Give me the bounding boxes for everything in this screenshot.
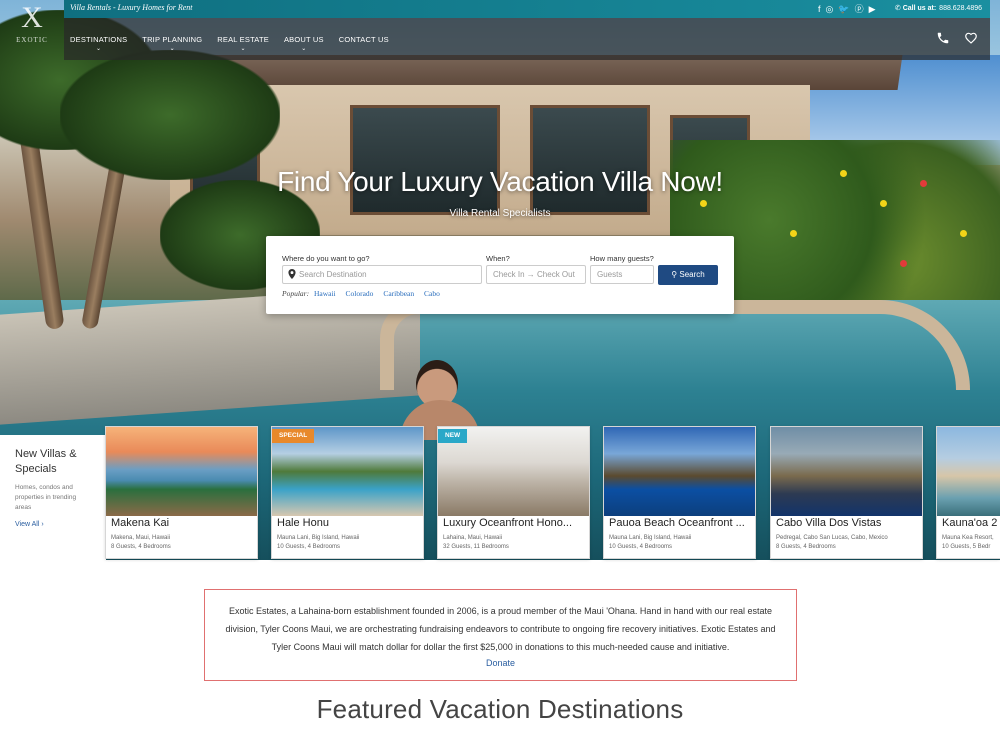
instagram-icon[interactable]: ◎ bbox=[826, 2, 834, 16]
search-button[interactable]: ⚲ Search bbox=[658, 265, 718, 285]
when-label: When? bbox=[486, 254, 510, 263]
new-villas-description: Homes, condos and properties in trending… bbox=[15, 484, 77, 511]
nav-label: ABOUT US bbox=[283, 35, 324, 44]
call-us[interactable]: ✆ Call us at: 888.628.4896 bbox=[895, 4, 982, 12]
chevron-down-icon: ⌄ bbox=[301, 46, 307, 52]
dates-input[interactable]: Check In → Check Out bbox=[486, 265, 586, 284]
site-tagline: Villa Rentals - Luxury Homes for Rent bbox=[70, 3, 193, 12]
nav-label: DESTINATIONS bbox=[70, 35, 128, 44]
villa-card[interactable]: Makena Kai Makena, Maui, Hawaii 8 Guests… bbox=[105, 426, 258, 559]
villa-location: Mauna Kea Resort, bbox=[942, 535, 994, 541]
popular-link-cabo[interactable]: Cabo bbox=[424, 289, 440, 298]
villa-card[interactable]: NEW Luxury Oceanfront Hono... Lahaina, M… bbox=[437, 426, 590, 559]
where-label: Where do you want to go? bbox=[282, 254, 370, 263]
hero-person bbox=[400, 360, 480, 440]
top-bar: Villa Rentals - Luxury Homes for Rent f … bbox=[64, 0, 990, 18]
phone-number: 888.628.4896 bbox=[939, 5, 982, 12]
search-panel: Where do you want to go? Search Destinat… bbox=[266, 236, 734, 314]
hero-headline: Find Your Luxury Vacation Villa Now! bbox=[277, 166, 723, 197]
villa-details: 32 Guests, 11 Bedrooms bbox=[443, 544, 509, 550]
nav-label: TRIP PLANNING bbox=[142, 35, 203, 44]
donate-link[interactable]: Donate bbox=[205, 658, 796, 668]
destination-input[interactable]: Search Destination bbox=[282, 265, 482, 284]
villa-location: Mauna Lani, Big Island, Hawaii bbox=[609, 535, 692, 541]
logo[interactable]: X EXOTIC bbox=[4, 0, 60, 60]
facebook-icon[interactable]: f bbox=[818, 2, 821, 16]
villa-location: Mauna Lani, Big Island, Hawaii bbox=[277, 535, 360, 541]
fire-relief-notice: Exotic Estates, a Lahaina-born establish… bbox=[204, 589, 797, 681]
villa-photo bbox=[937, 427, 1000, 516]
new-villas-panel: New Villas & Specials Homes, condos and … bbox=[0, 435, 106, 560]
twitter-icon[interactable]: 🐦 bbox=[838, 2, 849, 16]
villa-card[interactable]: Pauoa Beach Oceanfront ... Mauna Lani, B… bbox=[603, 426, 756, 559]
pinterest-icon[interactable]: ⓟ bbox=[855, 2, 864, 16]
phone-small-icon: ✆ bbox=[894, 5, 901, 12]
search-icon: ⚲ bbox=[671, 270, 678, 279]
nav-label: REAL ESTATE bbox=[217, 35, 269, 44]
villa-location: Lahaina, Maui, Hawaii bbox=[443, 535, 503, 541]
view-all-link[interactable]: View All › bbox=[15, 521, 44, 528]
featured-destinations-heading: Featured Vacation Destinations bbox=[316, 694, 684, 724]
popular-link-caribbean[interactable]: Caribbean bbox=[383, 289, 414, 298]
social-links: f ◎ 🐦 ⓟ ▶ bbox=[818, 2, 876, 16]
popular-link-hawaii[interactable]: Hawaii bbox=[314, 289, 336, 298]
nav-contact-us[interactable]: CONTACT US bbox=[339, 35, 389, 53]
hero-subhead: Villa Rental Specialists bbox=[449, 208, 551, 219]
villa-details: 10 Guests, 4 Bedrooms bbox=[609, 544, 673, 550]
villa-photo bbox=[771, 427, 922, 516]
nav-real-estate[interactable]: REAL ESTATE ⌄ bbox=[217, 35, 269, 53]
guests-label: How many guests? bbox=[590, 254, 654, 263]
popular-link-colorado[interactable]: Colorado bbox=[346, 289, 374, 298]
chevron-down-icon: ⌄ bbox=[240, 46, 246, 52]
new-villas-title: New Villas & Specials bbox=[15, 448, 77, 475]
chevron-right-icon: › bbox=[41, 521, 44, 528]
main-nav: DESTINATIONS ⌄ TRIP PLANNING ⌄ REAL ESTA… bbox=[64, 18, 990, 60]
heart-icon[interactable] bbox=[964, 31, 978, 45]
villa-card[interactable]: Cabo Villa Dos Vistas Pedregal, Cabo San… bbox=[770, 426, 923, 559]
popular-label: Popular: bbox=[282, 289, 310, 298]
villa-title: Hale Honu bbox=[277, 517, 329, 529]
villa-title: Pauoa Beach Oceanfront ... bbox=[609, 517, 745, 529]
villa-details: 10 Guests, 5 Bedr bbox=[942, 544, 991, 550]
villa-photo bbox=[604, 427, 755, 516]
villa-location: Makena, Maui, Hawaii bbox=[111, 535, 171, 541]
villa-location: Pedregal, Cabo San Lucas, Cabo, Mexico bbox=[776, 535, 888, 541]
nav-destinations[interactable]: DESTINATIONS ⌄ bbox=[70, 35, 127, 53]
villa-photo bbox=[106, 427, 257, 516]
notice-text: Exotic Estates, a Lahaina-born establish… bbox=[225, 606, 776, 652]
nav-trip-planning[interactable]: TRIP PLANNING ⌄ bbox=[142, 35, 202, 53]
nav-label: CONTACT US bbox=[338, 35, 389, 44]
villa-card[interactable]: Kauna'oa 2 Mauna Kea Resort, 10 Guests, … bbox=[936, 426, 1000, 559]
destination-placeholder: Search Destination bbox=[299, 270, 367, 279]
popular-destinations: Popular: Hawaii Colorado Caribbean Cabo bbox=[282, 289, 448, 298]
youtube-icon[interactable]: ▶ bbox=[869, 2, 876, 16]
dates-placeholder: Check In → Check Out bbox=[493, 270, 575, 279]
special-badge: SPECIAL bbox=[272, 429, 315, 443]
villa-details: 10 Guests, 4 Bedrooms bbox=[277, 544, 341, 550]
phone-icon[interactable] bbox=[936, 31, 950, 45]
villa-title: Cabo Villa Dos Vistas bbox=[776, 517, 882, 529]
villa-title: Luxury Oceanfront Hono... bbox=[443, 517, 573, 529]
villa-title: Makena Kai bbox=[111, 517, 170, 529]
guests-placeholder: Guests bbox=[597, 270, 623, 279]
chevron-down-icon: ⌄ bbox=[96, 46, 102, 52]
villa-card[interactable]: SPECIAL Hale Honu Mauna Lani, Big Island… bbox=[271, 426, 424, 559]
villa-title: Kauna'oa 2 bbox=[942, 517, 998, 529]
nav-about-us[interactable]: ABOUT US ⌄ bbox=[284, 35, 324, 53]
search-button-label: Search bbox=[679, 270, 705, 279]
guests-input[interactable]: Guests bbox=[590, 265, 654, 284]
chevron-down-icon: ⌄ bbox=[169, 46, 175, 52]
new-badge: NEW bbox=[438, 429, 468, 443]
villa-details: 8 Guests, 4 Bedrooms bbox=[111, 544, 171, 550]
call-us-label: Call us at: bbox=[902, 5, 937, 12]
map-pin-icon bbox=[288, 269, 296, 279]
villa-details: 8 Guests, 4 Bedrooms bbox=[776, 544, 836, 550]
view-all-label: View All bbox=[15, 521, 40, 528]
